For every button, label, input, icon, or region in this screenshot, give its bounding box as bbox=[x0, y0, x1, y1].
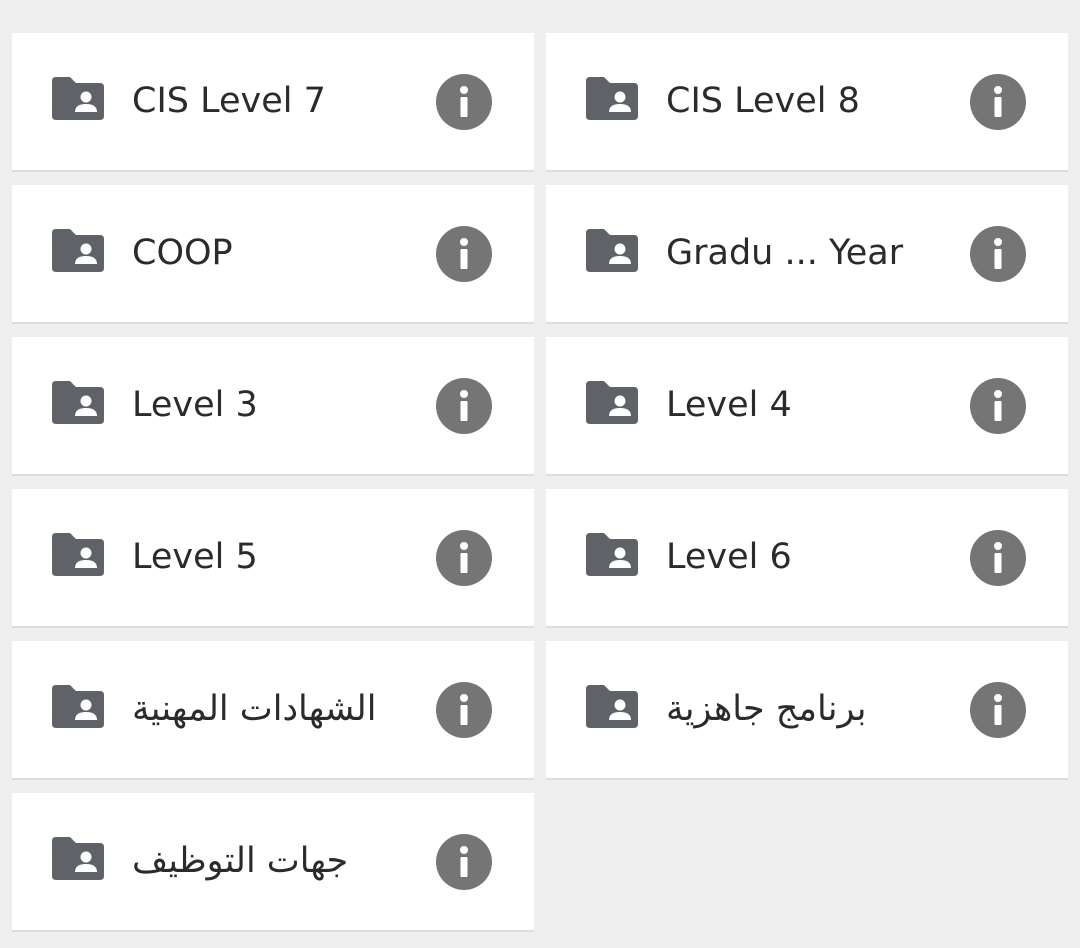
folder-name: الشهادات المهنية bbox=[132, 689, 377, 729]
shared-folder-icon bbox=[52, 533, 104, 576]
folder-card[interactable]: جهات التوظيف bbox=[12, 793, 534, 930]
info-icon[interactable] bbox=[970, 682, 1026, 738]
folder-name: Level 3 bbox=[132, 385, 258, 425]
shared-folder-icon bbox=[586, 685, 638, 728]
folder-name: جهات التوظيف bbox=[132, 841, 349, 881]
shared-folder-icon bbox=[52, 77, 104, 120]
folder-card[interactable]: CIS Level 8 bbox=[546, 33, 1068, 170]
folder-name: Level 4 bbox=[666, 385, 792, 425]
folder-card[interactable]: Level 6 bbox=[546, 489, 1068, 626]
shared-folder-icon bbox=[586, 77, 638, 120]
info-icon[interactable] bbox=[970, 74, 1026, 130]
shared-folder-icon bbox=[586, 381, 638, 424]
info-icon[interactable] bbox=[970, 226, 1026, 282]
folder-name: Level 5 bbox=[132, 537, 258, 577]
folder-card[interactable]: Level 3 bbox=[12, 337, 534, 474]
folder-name: CIS Level 8 bbox=[666, 81, 860, 121]
folder-card[interactable]: الشهادات المهنية bbox=[12, 641, 534, 778]
info-icon[interactable] bbox=[436, 682, 492, 738]
folder-name: Level 6 bbox=[666, 537, 792, 577]
folder-name: COOP bbox=[132, 233, 233, 273]
folder-card[interactable]: CIS Level 7 bbox=[12, 33, 534, 170]
info-icon[interactable] bbox=[436, 74, 492, 130]
folder-name: CIS Level 7 bbox=[132, 81, 326, 121]
folder-card[interactable]: Level 4 bbox=[546, 337, 1068, 474]
info-icon[interactable] bbox=[436, 378, 492, 434]
info-icon[interactable] bbox=[970, 530, 1026, 586]
shared-folder-icon bbox=[586, 533, 638, 576]
folder-card[interactable]: برنامج جاهزية bbox=[546, 641, 1068, 778]
folder-grid: CIS Level 7 CIS Level 8 COOP Gradu ... Year… bbox=[12, 33, 1068, 930]
info-icon[interactable] bbox=[436, 834, 492, 890]
shared-folder-icon bbox=[52, 685, 104, 728]
shared-folder-icon bbox=[52, 837, 104, 880]
folder-card[interactable]: COOP bbox=[12, 185, 534, 322]
folder-name: Gradu ... Year bbox=[666, 233, 904, 273]
shared-folder-icon bbox=[52, 229, 104, 272]
shared-folder-icon bbox=[586, 229, 638, 272]
folder-name: برنامج جاهزية bbox=[666, 689, 867, 729]
folder-card[interactable]: Gradu ... Year bbox=[546, 185, 1068, 322]
info-icon[interactable] bbox=[970, 378, 1026, 434]
shared-folder-icon bbox=[52, 381, 104, 424]
folder-card[interactable]: Level 5 bbox=[12, 489, 534, 626]
info-icon[interactable] bbox=[436, 226, 492, 282]
info-icon[interactable] bbox=[436, 530, 492, 586]
